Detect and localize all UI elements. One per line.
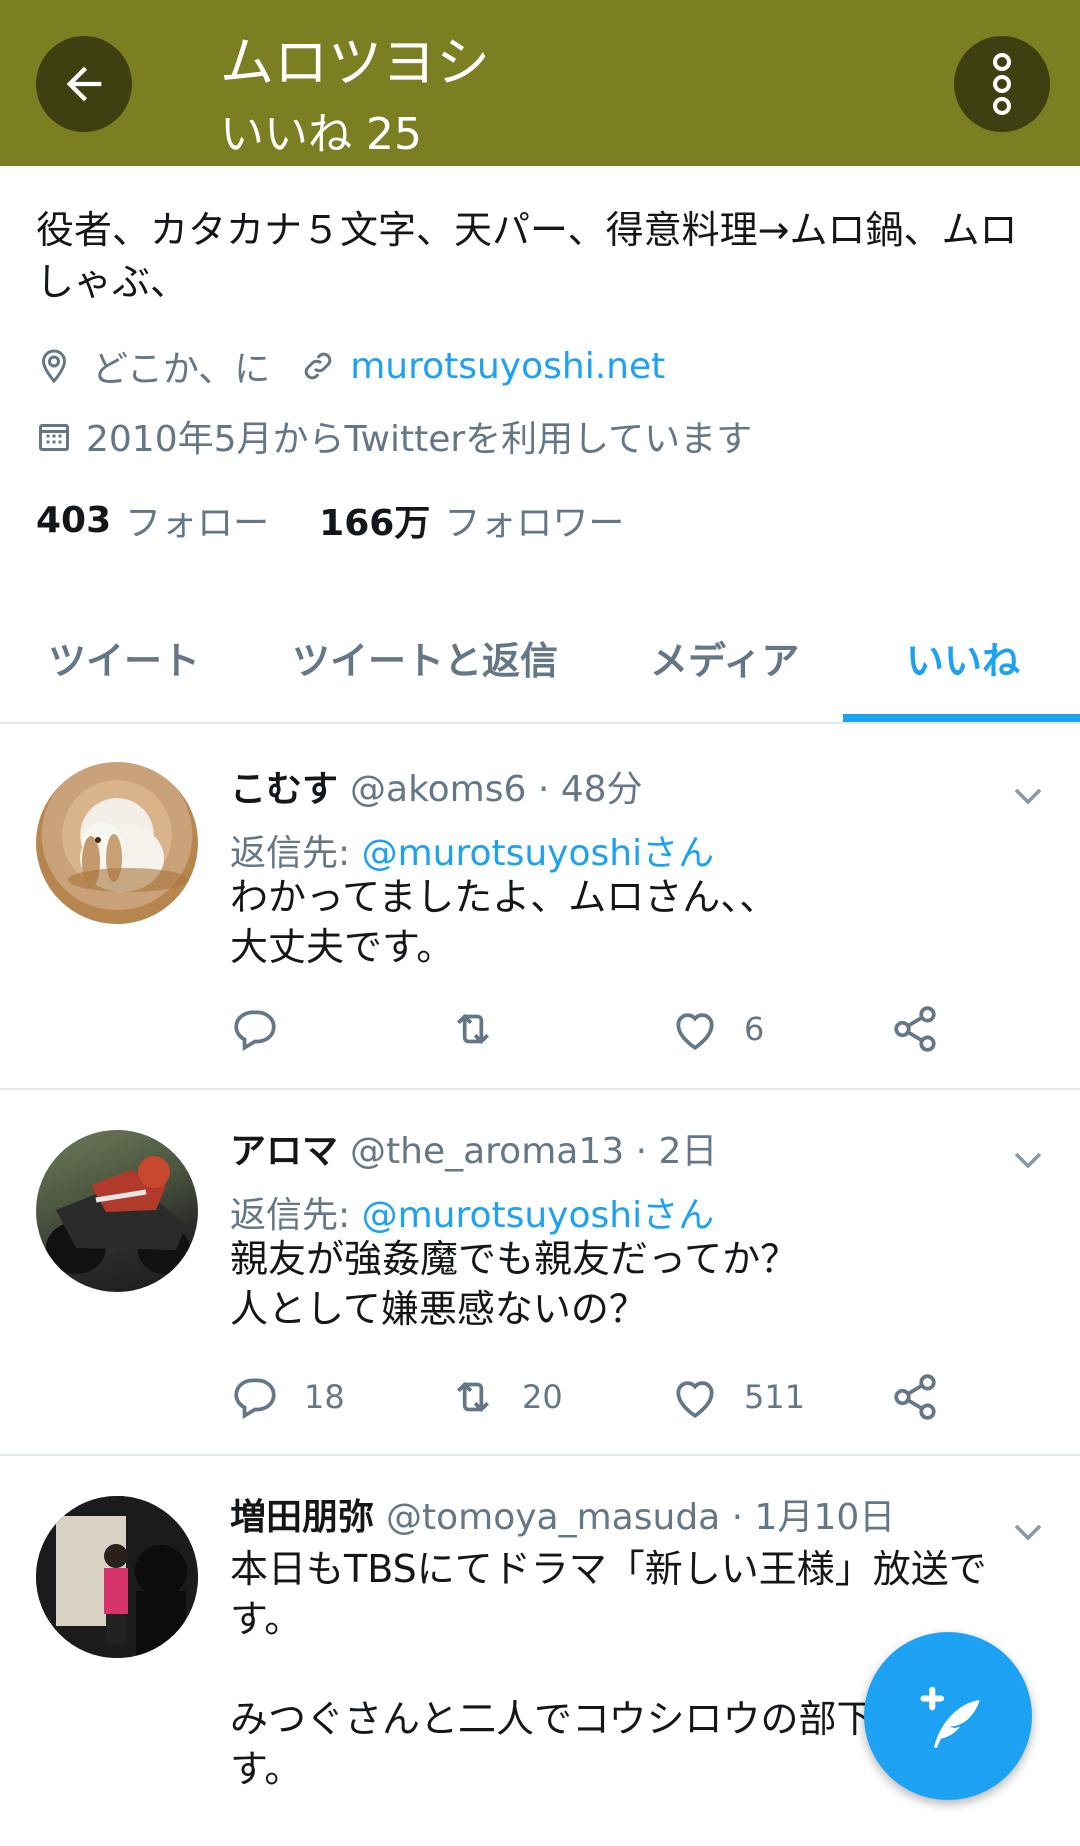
profile-joined: 2010年5月からTwitterを利用しています xyxy=(86,419,753,460)
chevron-down-icon[interactable] xyxy=(1010,778,1046,814)
page-subtitle: いいね 25 xyxy=(220,109,422,160)
reply-to-line: 返信先: @murotsuyoshiさん xyxy=(230,824,714,876)
tweet-handle-time: @akoms6 · 48分 xyxy=(350,769,643,810)
followers-count[interactable]: 166万 xyxy=(319,494,430,546)
tweet-card[interactable]: アロマ @the_aroma13 · 2日 返信先: @murotsuyoshiさ… xyxy=(0,1092,1080,1456)
following-label[interactable]: フォロー xyxy=(125,494,269,546)
back-button[interactable] xyxy=(36,36,132,132)
profile-website-link[interactable]: murotsuyoshi.net xyxy=(350,346,665,387)
like-action[interactable]: 6 xyxy=(670,1004,764,1054)
reply-to-mention[interactable]: @murotsuyoshiさん xyxy=(362,833,715,874)
like-count: 6 xyxy=(744,1010,765,1048)
chevron-down-icon[interactable] xyxy=(1010,1142,1046,1178)
link-icon xyxy=(304,352,332,380)
page-title: ムロツヨシ xyxy=(220,31,490,94)
like-count: 511 xyxy=(744,1378,806,1416)
tab-likes[interactable]: いいね xyxy=(906,630,1020,685)
reply-prefix: 返信先: xyxy=(230,833,362,874)
heart-icon xyxy=(676,1381,714,1418)
compose-tweet-button[interactable] xyxy=(864,1632,1032,1800)
retweet-action[interactable]: 20 xyxy=(448,1372,563,1422)
reply-to-line: 返信先: @murotsuyoshiさん xyxy=(230,1186,714,1238)
tweet-author-name[interactable]: こむす xyxy=(230,769,338,810)
reply-action[interactable]: 18 xyxy=(230,1372,345,1422)
reply-action[interactable] xyxy=(230,1004,304,1054)
more-vertical-icon xyxy=(993,53,1011,115)
tweet-header: アロマ @the_aroma13 · 2日 xyxy=(230,1122,717,1174)
tweet-author-name[interactable]: 増田朋弥 xyxy=(230,1497,374,1538)
profile-joined-row: 2010年5月からTwitterを利用しています xyxy=(36,410,752,462)
more-menu-button[interactable] xyxy=(954,36,1050,132)
tab-media[interactable]: メディア xyxy=(650,630,799,685)
tweet-text: 親友が強姦魔でも親友だってか？ 人として嫌悪感ないの？ xyxy=(230,1237,799,1331)
app-header: ムロツヨシ いいね 25 xyxy=(0,0,1080,166)
profile-location-row: どこか、に murotsuyoshi.net xyxy=(36,340,665,392)
retweet-action[interactable] xyxy=(448,1004,522,1054)
motorcycle-photo xyxy=(46,1156,190,1274)
tab-tweets-and-replies[interactable]: ツイートと返信 xyxy=(292,630,558,685)
reply-icon xyxy=(234,1010,276,1052)
reply-to-mention[interactable]: @murotsuyoshiさん xyxy=(362,1195,715,1236)
rabbit-photo xyxy=(68,822,188,892)
active-tab-indicator xyxy=(843,714,1080,722)
share-icon xyxy=(894,1006,936,1052)
arrow-left-icon xyxy=(66,66,102,102)
profile-tabs: ツイート ツイートと返信 メディア いいね xyxy=(0,600,1080,724)
profile-stats: 403 フォロー 166万 フォロワー xyxy=(36,494,674,546)
retweet-icon xyxy=(457,1381,489,1413)
share-icon xyxy=(894,1374,936,1420)
reply-prefix: 返信先: xyxy=(230,1195,362,1236)
tab-tweets[interactable]: ツイート xyxy=(48,630,200,685)
tweet-handle-time: @tomoya_masuda · 1月10日 xyxy=(386,1497,896,1538)
calendar-icon xyxy=(39,424,69,451)
share-action[interactable] xyxy=(890,1372,964,1422)
tweet-header: こむす @akoms6 · 48分 xyxy=(230,760,643,812)
share-action[interactable] xyxy=(890,1004,964,1054)
profile-location: どこか、に xyxy=(92,349,271,390)
tweet-author-name[interactable]: アロマ xyxy=(230,1131,338,1172)
retweet-icon xyxy=(457,1013,489,1045)
reply-icon xyxy=(234,1378,276,1420)
heart-icon xyxy=(676,1013,714,1050)
avatar[interactable] xyxy=(36,762,198,924)
retweet-count: 20 xyxy=(522,1378,563,1416)
person-photo xyxy=(36,1496,198,1658)
avatar[interactable] xyxy=(36,1130,198,1292)
tweet-handle-time: @the_aroma13 · 2日 xyxy=(350,1131,718,1172)
reply-count: 18 xyxy=(304,1378,345,1416)
avatar[interactable] xyxy=(36,1496,198,1658)
profile-bio: 役者、カタカナ５文字、天パー、得意料理→ムロ鍋、ムロしゃぶ、 xyxy=(36,208,1018,304)
like-action[interactable]: 511 xyxy=(670,1372,805,1422)
followers-label[interactable]: フォロワー xyxy=(444,494,624,546)
following-count[interactable]: 403 xyxy=(36,500,111,541)
tweet-card[interactable]: こむす @akoms6 · 48分 返信先: @murotsuyoshiさん わか… xyxy=(0,726,1080,1090)
tweet-header: 増田朋弥 @tomoya_masuda · 1月10日 xyxy=(230,1488,895,1540)
compose-tweet-icon xyxy=(920,1686,980,1748)
tweet-text: わかってましたよ、ムロさん、、 大丈夫です。 xyxy=(230,875,778,969)
location-pin-icon xyxy=(41,349,67,384)
